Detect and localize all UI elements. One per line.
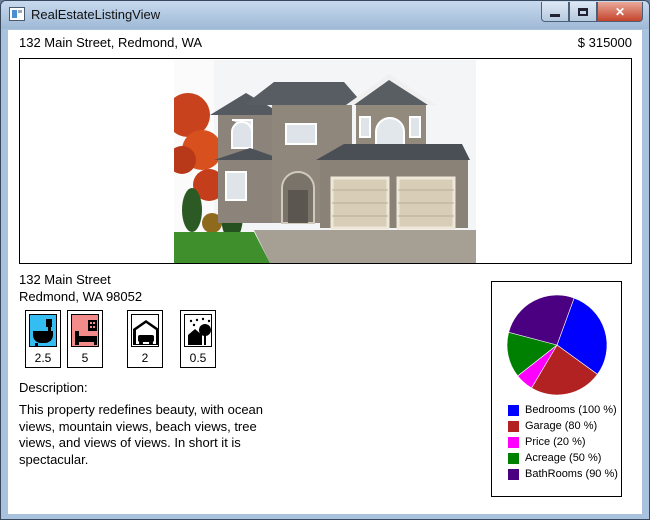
legend-label: Acreage (50 %) [525,452,602,464]
house-photo [174,60,476,263]
caption-buttons: ✕ [541,2,643,22]
legend-swatch [508,468,519,480]
minimize-icon [550,14,560,17]
close-icon: ✕ [614,4,626,19]
legend-item: Garage (80 %) [508,418,618,434]
street-address: 132 Main Street [19,272,111,287]
legend-swatch [508,452,519,464]
garage-value: 2 [141,351,149,365]
feature-acreage: 0.5 [180,310,216,368]
feature-bedrooms: 5 [67,310,103,368]
chart-legend: Bedrooms (100 %) Garage (80 %) Price (20 %… [508,402,618,482]
legend-item: BathRooms (90 %) [508,466,618,482]
garage-icon [131,314,159,347]
legend-item: Price (20 %) [508,434,618,450]
maximize-button[interactable] [569,2,597,22]
legend-label: Bedrooms (100 %) [525,404,617,416]
feature-garage: 2 [127,310,163,368]
minimize-button[interactable] [541,2,569,22]
legend-swatch [508,420,519,432]
legend-item: Bedrooms (100 %) [508,402,618,418]
maximize-icon [578,7,588,16]
ratings-chart: Bedrooms (100 %) Garage (80 %) Price (20 %… [491,281,622,497]
city-state-zip: Redmond, WA 98052 [19,289,143,304]
bathroom-icon [29,314,57,347]
bedroom-icon [71,314,99,347]
feature-bathrooms: 2.5 [25,310,61,368]
listing-price: $ 315000 [577,35,632,50]
close-button[interactable]: ✕ [597,2,643,22]
description-text: This property redefines beauty, with oce… [19,402,264,467]
app-icon[interactable] [9,7,25,21]
legend-label: BathRooms (90 %) [525,468,618,480]
legend-swatch [508,436,519,448]
acreage-value: 0.5 [189,351,207,365]
photo-frame [19,58,632,264]
legend-item: Acreage (50 %) [508,450,618,466]
pie-chart [506,294,608,396]
description-label: Description: [19,380,88,395]
legend-label: Garage (80 %) [525,420,598,432]
app-window: RealEstateListingView ✕ 132 Main Street,… [0,0,650,520]
bathrooms-value: 2.5 [34,351,52,365]
title-bar[interactable]: RealEstateListingView ✕ [1,1,649,29]
window-title: RealEstateListingView [31,7,161,22]
legend-label: Price (20 %) [525,436,586,448]
listing-view: 132 Main Street, Redmond, WA $ 315000 13… [8,30,642,514]
acreage-icon [184,314,212,347]
header-address: 132 Main Street, Redmond, WA [19,35,203,50]
bedrooms-value: 5 [81,351,89,365]
legend-swatch [508,404,519,416]
